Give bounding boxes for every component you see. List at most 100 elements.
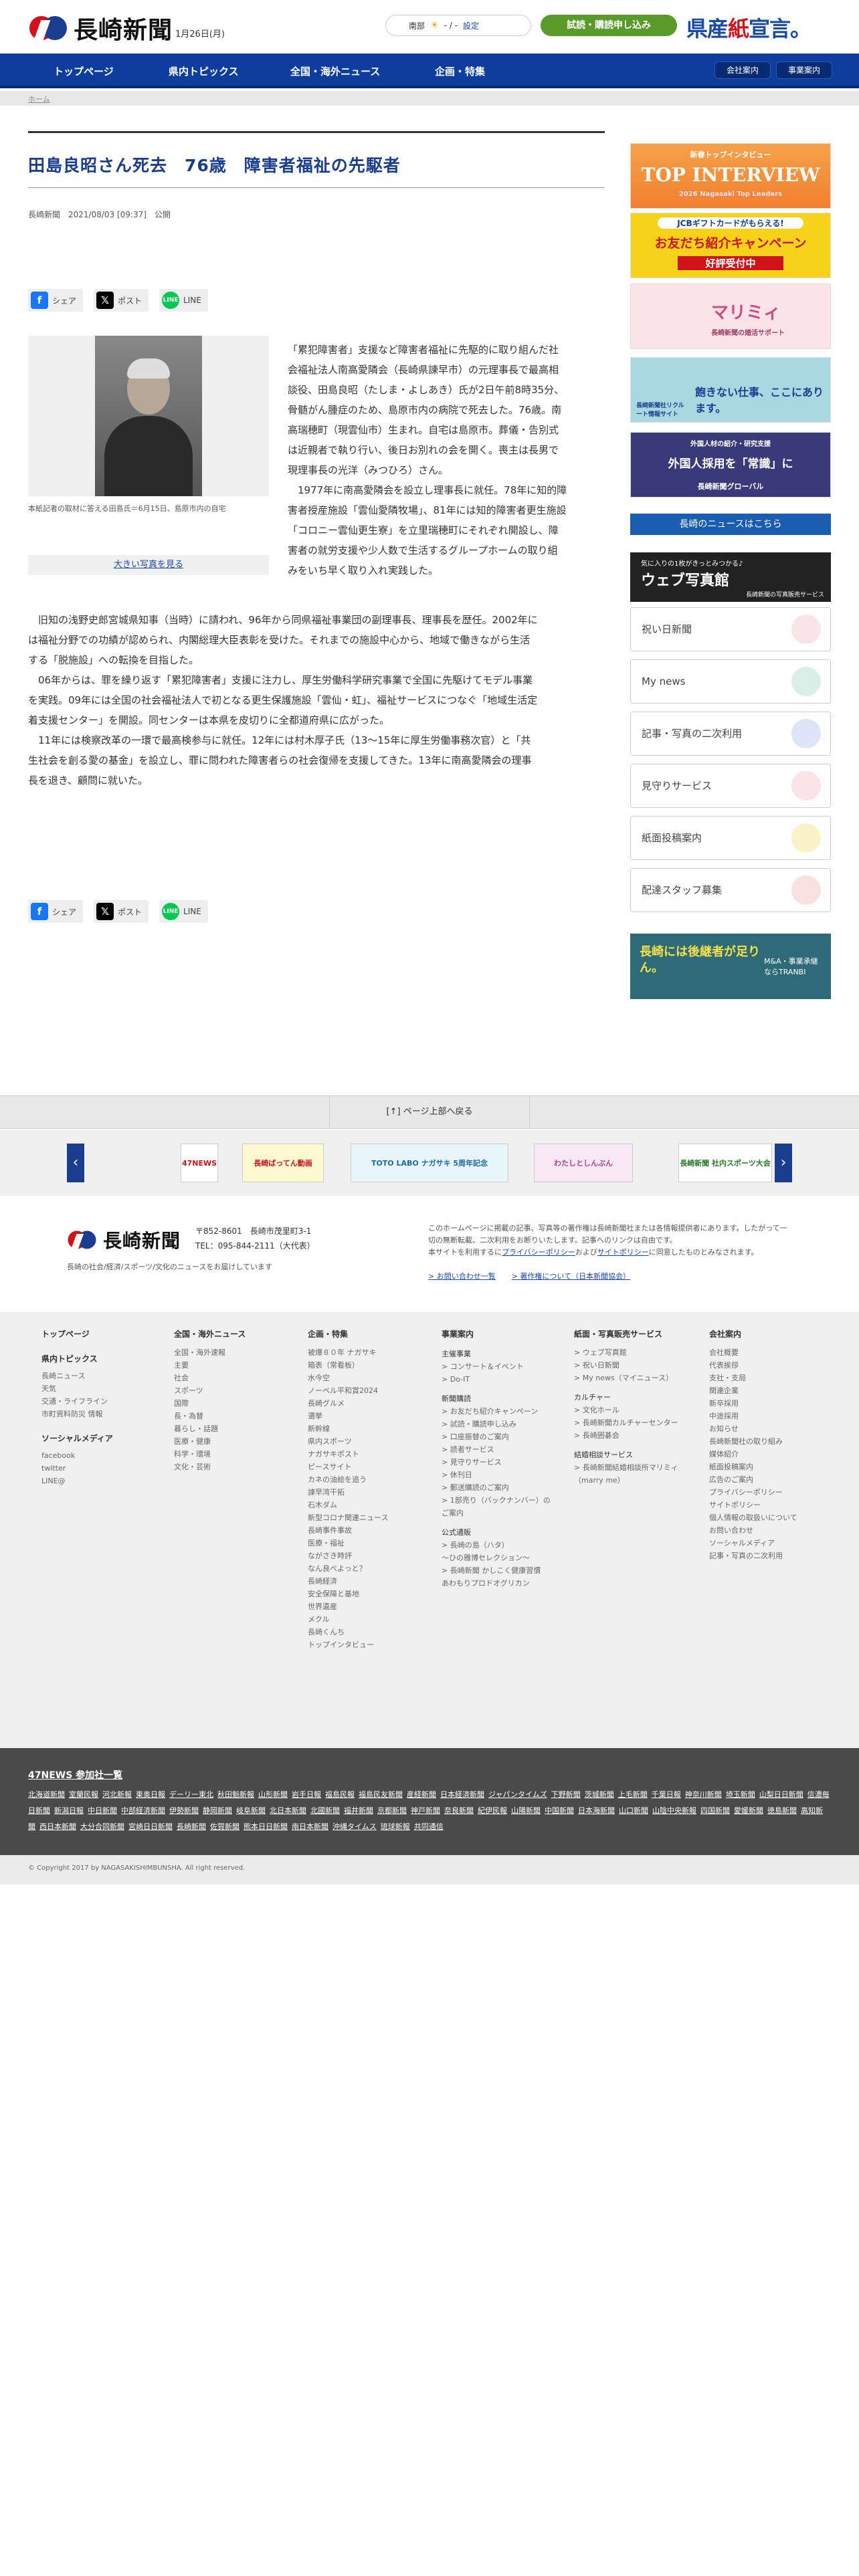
ad-global[interactable]: 外国人材の紹介・研究支援 外国人採用を「常識」に 長崎新聞グローバル xyxy=(630,432,831,498)
news47-paper-link[interactable]: 山陰中央新報 xyxy=(652,1806,696,1815)
ad-friend-campaign[interactable]: JCBギフトカードがもらえる! お友だち紹介キャンペーン 好評受付中 xyxy=(630,213,831,278)
news47-paper-link[interactable]: 四国新聞 xyxy=(700,1806,730,1815)
sidebar-box-submission[interactable]: 紙面投稿案内 xyxy=(630,816,831,860)
sitemap-link[interactable]: 支社・支局 xyxy=(709,1372,823,1384)
ad-marimy[interactable]: マリミィ 長崎新聞の婚活サポート xyxy=(630,284,831,349)
sitemap-link[interactable]: 文化・芸術 xyxy=(174,1461,288,1473)
news47-paper-link[interactable]: 紀伊民報 xyxy=(478,1806,507,1815)
sitemap-link[interactable]: お問い合わせ xyxy=(709,1524,823,1537)
news47-paper-link[interactable]: 西日本新聞 xyxy=(39,1822,76,1831)
news47-paper-link[interactable]: 中国新聞 xyxy=(545,1806,574,1815)
sitemap-link[interactable]: プライバシーポリシー xyxy=(709,1486,823,1499)
sitemap-link[interactable]: メクル xyxy=(308,1613,421,1626)
nav-business[interactable]: 事業案内 xyxy=(776,62,832,79)
sitemap-heading[interactable]: 紙面・写真販売サービス xyxy=(574,1328,688,1341)
sitemap-link[interactable]: > 読者サービス xyxy=(442,1443,555,1456)
site-logo[interactable]: 長崎新聞 xyxy=(28,11,173,45)
social-link[interactable]: twitter xyxy=(41,1462,155,1475)
news47-paper-link[interactable]: 山形新聞 xyxy=(258,1790,288,1799)
news47-paper-link[interactable]: 静岡新聞 xyxy=(203,1806,232,1815)
ad-tranbi[interactable]: 長崎には後継者が足りん。 M&A・事業承継ならTRANBI xyxy=(630,934,831,999)
news47-paper-link[interactable]: 佐賀新聞 xyxy=(210,1822,240,1831)
nav-features[interactable]: 企画・特集 xyxy=(435,64,485,78)
sitemap-link[interactable]: 諫早湾干拓 xyxy=(308,1486,421,1499)
sitemap-link[interactable]: > 試読・購読申し込み xyxy=(442,1418,555,1430)
news47-paper-link[interactable]: 琉球新報 xyxy=(381,1822,410,1831)
sitemap-link[interactable]: 社会 xyxy=(174,1372,288,1384)
news47-paper-link[interactable]: 伊勢新聞 xyxy=(169,1806,199,1815)
sidebar-box-mynews[interactable]: My news xyxy=(630,659,831,704)
view-large-photo-link[interactable]: 大きい写真を見る xyxy=(28,555,269,575)
news47-paper-link[interactable]: 埼玉新聞 xyxy=(726,1790,755,1799)
sitemap-link[interactable]: 県内スポーツ xyxy=(308,1435,421,1448)
sitemap-link[interactable]: > 長崎囲碁会 xyxy=(574,1429,688,1442)
sitemap-link[interactable]: > ウェブ写真館 xyxy=(574,1346,688,1359)
sitemap-link[interactable]: > 見守りサービス xyxy=(442,1456,555,1469)
slogan-banner[interactable]: 県産紙宣言。 xyxy=(686,12,812,43)
sitemap-link[interactable]: 新幹線 xyxy=(308,1422,421,1435)
nav-top[interactable]: トップページ xyxy=(54,64,114,78)
news47-paper-link[interactable]: 京都新聞 xyxy=(377,1806,407,1815)
news47-paper-link[interactable]: 岐阜新聞 xyxy=(236,1806,266,1815)
sitemap-link[interactable]: あわもりプロドオグリカン xyxy=(442,1577,555,1590)
contact-list-link[interactable]: > お問い合わせ一覧 xyxy=(428,1271,496,1281)
share-facebook-button[interactable]: f シェア xyxy=(28,289,84,312)
news47-paper-link[interactable]: 茨城新聞 xyxy=(585,1790,614,1799)
sitemap-link[interactable]: 関連企業 xyxy=(709,1384,823,1397)
news47-paper-link[interactable]: 北國新聞 xyxy=(310,1806,340,1815)
sitemap-heading[interactable]: 事業案内 xyxy=(442,1328,555,1341)
sitemap-link[interactable]: > 長崎新聞カルチャーセンター xyxy=(574,1416,688,1429)
sitemap-link[interactable]: スポーツ xyxy=(174,1384,288,1397)
sitemap-link[interactable]: 新卒採用 xyxy=(709,1397,823,1410)
sitemap-link[interactable]: 選挙 xyxy=(308,1410,421,1422)
sitemap-heading[interactable]: 会社案内 xyxy=(709,1328,823,1341)
news47-paper-link[interactable]: 沖縄タイムス xyxy=(332,1822,377,1831)
sidebar-box-iwaibi[interactable]: 祝い日新聞 xyxy=(630,607,831,651)
news47-paper-link[interactable]: 神奈川新聞 xyxy=(685,1790,722,1799)
sitemap-link[interactable]: > My news（マイニュース） xyxy=(574,1372,688,1384)
sitemap-link[interactable]: 安全保障と基地 xyxy=(308,1588,421,1600)
sitemap-link[interactable]: 天気 xyxy=(41,1382,155,1395)
sitemap-heading[interactable]: トップページ xyxy=(41,1328,155,1341)
nav-national[interactable]: 全国・海外ニュース xyxy=(290,64,380,78)
back-to-top-link[interactable]: [↑] ページ上部へ戻る xyxy=(329,1096,530,1128)
news47-paper-link[interactable]: 福島民友新聞 xyxy=(359,1790,403,1799)
news47-paper-link[interactable]: デーリー東北 xyxy=(169,1790,213,1799)
news47-paper-link[interactable]: 北日本新聞 xyxy=(270,1806,306,1815)
copyright-info-link[interactable]: > 著作権について（日本新聞協会） xyxy=(512,1271,630,1281)
news47-paper-link[interactable]: 大分合同新聞 xyxy=(80,1822,124,1831)
sitemap-link[interactable]: 広告のご案内 xyxy=(709,1473,823,1486)
sitemap-link[interactable]: ながさき時評 xyxy=(308,1549,421,1562)
news47-paper-link[interactable]: 福島民報 xyxy=(325,1790,355,1799)
share-x-button[interactable]: 𝕏 ポスト xyxy=(94,289,149,312)
news47-paper-link[interactable]: 秋田魁新報 xyxy=(217,1790,254,1799)
sitemap-link[interactable]: ピースサイト xyxy=(308,1461,421,1473)
sitemap-link[interactable]: 世界遺産 xyxy=(308,1600,421,1613)
sitemap-link[interactable]: > 長崎の島（ハタ） xyxy=(442,1539,555,1551)
sitemap-link[interactable]: 長崎経済 xyxy=(308,1575,421,1588)
privacy-policy-link[interactable]: プライバシーポリシー xyxy=(502,1248,575,1257)
news47-paper-link[interactable]: 上毛新聞 xyxy=(618,1790,648,1799)
news47-paper-link[interactable]: 山陽新聞 xyxy=(511,1806,541,1815)
sitemap-link[interactable]: 会社概要 xyxy=(709,1346,823,1359)
sitemap-link[interactable]: > 郵送購読のご案内 xyxy=(442,1481,555,1494)
sitemap-link[interactable]: > 祝い日新聞 xyxy=(574,1359,688,1372)
news47-paper-link[interactable]: 長崎新聞 xyxy=(177,1822,206,1831)
news47-paper-link[interactable]: 山梨日日新聞 xyxy=(759,1790,803,1799)
sitemap-link[interactable]: ソーシャルメディア xyxy=(709,1537,823,1549)
sitemap-link[interactable]: > 文化ホール xyxy=(574,1404,688,1416)
news47-paper-link[interactable]: 中部経済新聞 xyxy=(121,1806,165,1815)
sitemap-link[interactable]: > お友だち紹介キャンペーン xyxy=(442,1405,555,1418)
sitemap-link[interactable]: 長・為替 xyxy=(174,1410,288,1422)
news47-paper-link[interactable]: 産経新聞 xyxy=(407,1790,436,1799)
sitemap-link[interactable]: 全国・海外速報 xyxy=(174,1346,288,1359)
news47-paper-link[interactable]: 千葉日報 xyxy=(652,1790,681,1799)
news47-title[interactable]: 47NEWS 参加社一覧 xyxy=(28,1768,122,1782)
sitemap-link[interactable]: サイトポリシー xyxy=(709,1499,823,1511)
banner-47news[interactable]: 47NEWS xyxy=(181,1144,218,1182)
weather-widget[interactable]: 南部 ☀ - / - 設定 xyxy=(385,15,531,36)
ad-recruit[interactable]: 長崎新聞社リクルート情報サイト 飽きない仕事、ここにあります。 xyxy=(630,357,831,423)
sitemap-link[interactable]: 医療・健康 xyxy=(174,1435,288,1448)
sitemap-link[interactable]: > コンサート＆イベント xyxy=(442,1360,555,1373)
news47-paper-link[interactable]: 奈良新聞 xyxy=(444,1806,474,1815)
